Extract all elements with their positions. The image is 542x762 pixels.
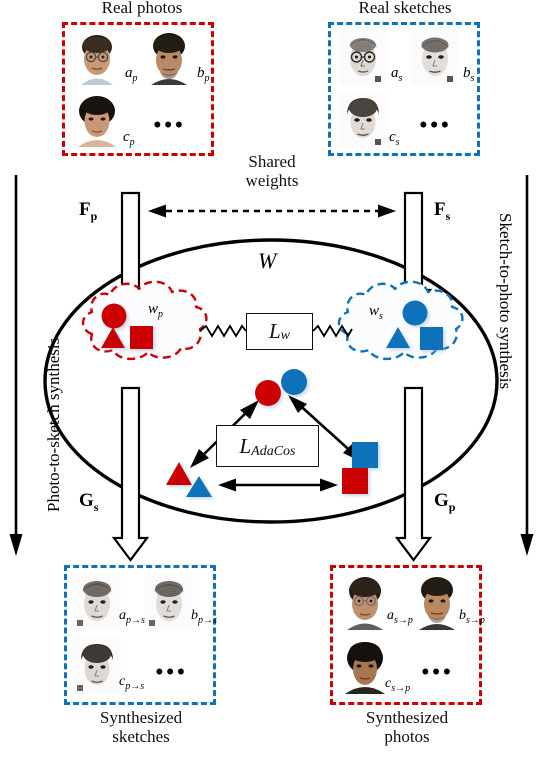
- ellipsis-synth-photos: •••: [421, 659, 454, 686]
- side-label-photo-to-sketch: Photo-to-sketch synthesis: [44, 337, 63, 512]
- thumb-real-photo-b: [145, 31, 193, 85]
- ellipsis-real-photos: •••: [153, 112, 186, 139]
- encoder-label-sketch: Fs: [434, 199, 451, 223]
- panel-real-photos: ap bp cp •••: [62, 22, 214, 156]
- label-synth-sketch-b: bp→s: [191, 608, 217, 626]
- sketch-cloud-label: ws: [369, 303, 383, 322]
- caption-real-sketches: Real sketches: [358, 0, 452, 17]
- label-synth-photo-b: bs→p: [459, 608, 485, 626]
- encoder-label-photo: Fp: [79, 199, 98, 223]
- ellipsis-synth-sketches: •••: [155, 659, 188, 686]
- caption-synthesized-photos: Synthesized photos: [365, 708, 449, 746]
- generator-label-sketch: Gs: [79, 490, 99, 514]
- photo-feature-cloud: [81, 280, 208, 361]
- thumb-real-sketch-b: [411, 31, 459, 85]
- ellipsis-real-sketches: •••: [419, 112, 452, 139]
- panel-synthesized-sketches: ap→s bp→s cp→s •••: [64, 565, 217, 705]
- thumb-real-photo-c: [73, 93, 121, 147]
- label-real-photo-a: ap: [125, 65, 138, 84]
- label-synth-photo-a: as→p: [387, 608, 413, 626]
- label-real-photo-b: bp: [197, 65, 210, 84]
- label-synth-photo-c: cs→p: [385, 676, 411, 694]
- embedding-space-label: W: [258, 248, 277, 273]
- thumb-synth-photo-c: [341, 638, 389, 694]
- shared-weights-arrow: [148, 204, 396, 218]
- label-synth-sketch-c: cp→s: [119, 674, 145, 692]
- label-real-sketch-a: as: [391, 65, 403, 84]
- photo-cloud-label: wp: [148, 301, 164, 320]
- caption-real-photos: Real photos: [101, 0, 183, 17]
- thumb-synth-photo-b: [413, 574, 461, 630]
- thumb-real-sketch-c: [339, 93, 387, 147]
- thumb-real-photo-a: [73, 31, 121, 85]
- adacos-blue-circle: [281, 369, 307, 395]
- adacos-blue-square: [352, 442, 378, 468]
- adacos-red-square: [342, 468, 368, 494]
- thumb-real-sketch-a: [339, 31, 387, 85]
- generator-label-photo: Gp: [434, 490, 456, 514]
- adacos-red-circle: [255, 380, 281, 406]
- label-synth-sketch-a: ap→s: [119, 608, 145, 626]
- panel-synthesized-photos: as→p bs→p cs→p •••: [330, 565, 485, 705]
- thumb-synth-sketch-c: [73, 638, 121, 694]
- label-real-photo-c: cp: [123, 129, 135, 148]
- shared-weights-label: Shared weights: [245, 152, 299, 190]
- label-real-sketch-c: cs: [389, 129, 400, 148]
- thumb-synth-photo-a: [341, 574, 389, 630]
- adacos-loss-box: L AdaCos: [216, 425, 319, 467]
- side-label-sketch-to-photo: Sketch-to-photo synthesis: [496, 213, 515, 390]
- weight-loss-box: Lw: [246, 313, 313, 350]
- thumb-synth-sketch-a: [73, 574, 121, 630]
- label-real-sketch-b: bs: [463, 65, 475, 84]
- figure-canvas: Real photos Real sketches ap bp cp ••• a…: [0, 0, 542, 762]
- thumb-synth-sketch-b: [145, 574, 193, 630]
- sketch-feature-cloud: [337, 280, 464, 361]
- panel-real-sketches: as bs cs •••: [328, 22, 480, 156]
- caption-synthesized-sketches: Synthesized sketches: [99, 708, 183, 746]
